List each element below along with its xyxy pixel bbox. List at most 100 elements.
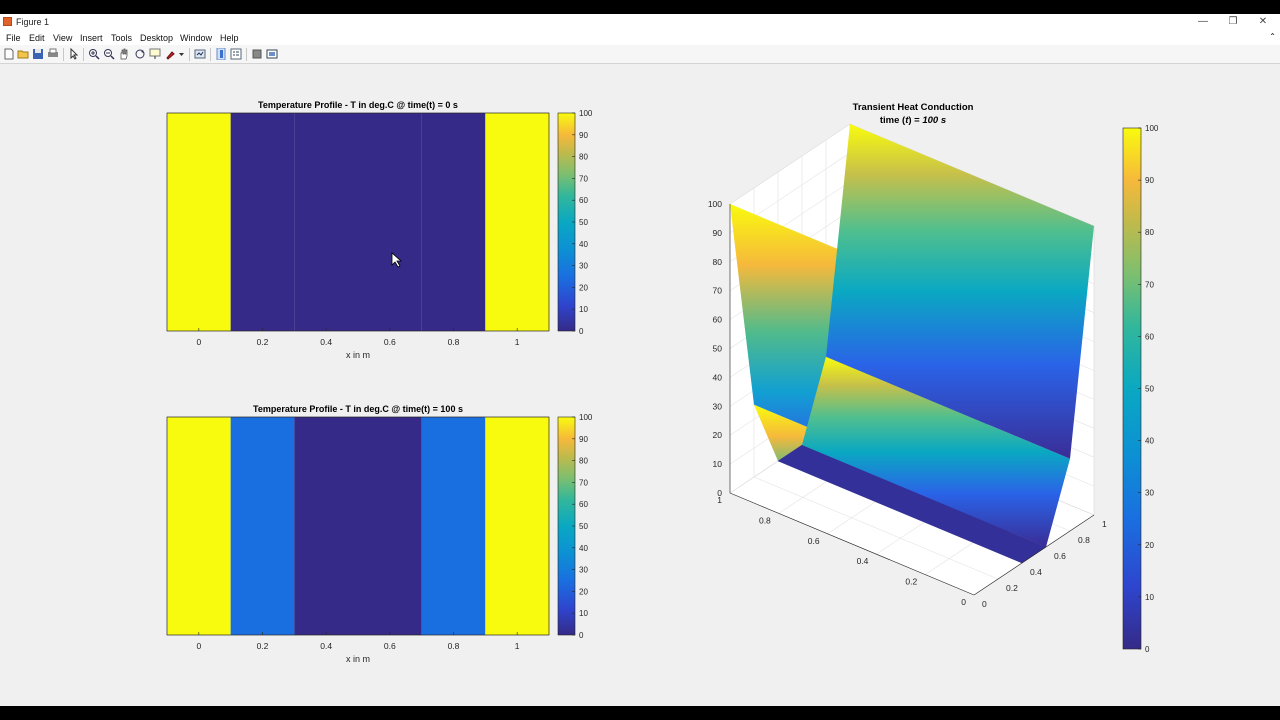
matlab-app-icon xyxy=(3,17,12,26)
surf-z-tick-label: 80 xyxy=(713,257,723,267)
rotate-3d-icon[interactable] xyxy=(134,48,146,60)
surf-z-tick-label: 100 xyxy=(708,199,722,209)
menu-help[interactable]: Help xyxy=(220,33,239,43)
surf-x-tick-label: 0.4 xyxy=(1030,567,1042,577)
show-plot-tools-icon[interactable] xyxy=(266,48,278,60)
toolbar-separator xyxy=(63,48,64,61)
brush-dropdown-icon[interactable] xyxy=(178,48,186,60)
surf-colorbar-tick-label: 90 xyxy=(1145,176,1154,185)
menu-window[interactable]: Window xyxy=(180,33,212,43)
hm1-colorbar-tick-label: 100 xyxy=(579,413,593,422)
window-title: Figure 1 xyxy=(16,17,50,27)
brush-icon[interactable] xyxy=(165,48,177,60)
hm0-cell xyxy=(421,113,486,331)
surf-x-tick-label: 0.2 xyxy=(1006,583,1018,593)
data-cursor-icon[interactable] xyxy=(149,48,161,60)
select-arrow-icon[interactable] xyxy=(68,48,80,60)
toolbar-separator xyxy=(83,48,84,61)
plot-canvas: 0 0.2 0.4 0.6 0.8 1 x in m Temperature Profile … xyxy=(166,100,1159,664)
hm0-title: Temperature Profile - T in deg.C @ time(… xyxy=(258,100,458,110)
hm0-colorbar-tick-label: 40 xyxy=(579,240,588,249)
menu-bar: File Edit View Insert Tools Desktop Wind… xyxy=(0,30,1280,45)
surf-colorbar-tick-label: 70 xyxy=(1145,280,1154,289)
hm0-x-tick-label: 0 xyxy=(196,337,201,347)
zoom-in-icon[interactable] xyxy=(88,48,100,60)
link-plot-icon[interactable] xyxy=(194,48,206,60)
title-bar: Figure 1 — ❐ ✕ xyxy=(0,14,1280,30)
hm0-colorbar-tick-label: 90 xyxy=(579,131,588,140)
menu-tools[interactable]: Tools xyxy=(111,33,132,43)
surf-title-prefix: time ( xyxy=(880,115,906,126)
hm0-x-tick-label: 0.8 xyxy=(448,337,460,347)
hm0-x-tick-label: 0.6 xyxy=(384,337,396,347)
collapse-arrow-icon[interactable]: ⌃ xyxy=(1269,32,1276,41)
hm1-cell xyxy=(485,417,549,635)
surf-x-tick-label: 0.6 xyxy=(1054,551,1066,561)
surf-colorbar-tick-label: 10 xyxy=(1145,593,1154,602)
menu-desktop[interactable]: Desktop xyxy=(140,33,173,43)
surf-z-tick-label: 40 xyxy=(713,372,723,382)
restore-button[interactable]: ❐ xyxy=(1222,15,1244,29)
surf-z-tick-label: 50 xyxy=(713,344,723,354)
surf-colorbar-tick-label: 80 xyxy=(1145,228,1154,237)
hide-plot-tools-icon[interactable] xyxy=(251,48,263,60)
surf-y-tick-label: 0.4 xyxy=(857,556,869,566)
toolbar-separator xyxy=(210,48,211,61)
hm1-x-tick-label: 0.2 xyxy=(257,641,269,651)
surf-x-tick-label: 0 xyxy=(982,599,987,609)
menu-view[interactable]: View xyxy=(53,33,72,43)
hm0-colorbar-tick-label: 50 xyxy=(579,218,588,227)
hm1-x-tick-label: 0 xyxy=(196,641,201,651)
hm0-xlabel: x in m xyxy=(346,350,370,360)
minimize-button[interactable]: — xyxy=(1192,15,1214,29)
hm0-colorbar-tick-label: 100 xyxy=(579,109,593,118)
hm1-colorbar-tick-label: 50 xyxy=(579,522,588,531)
surf-colorbar-tick-label: 100 xyxy=(1145,124,1159,133)
open-file-icon[interactable] xyxy=(17,48,29,60)
hm0-colorbar-tick-label: 30 xyxy=(579,262,588,271)
insert-colorbar-icon[interactable] xyxy=(215,48,227,60)
surf-x-tick-label: 0.8 xyxy=(1078,535,1090,545)
hm1-colorbar-tick-label: 20 xyxy=(579,587,588,596)
surf-colorbar-tick-label: 20 xyxy=(1145,541,1154,550)
hm1-colorbar-tick-label: 60 xyxy=(579,500,588,509)
hm1-x-tick-label: 0.8 xyxy=(448,641,460,651)
close-button[interactable]: ✕ xyxy=(1252,15,1274,29)
menu-edit[interactable]: Edit xyxy=(29,33,45,43)
hm1-cell xyxy=(421,417,486,635)
screen-bottom-bar xyxy=(0,706,1280,720)
surf-y-tick-label: 1 xyxy=(717,495,722,505)
surf-y-tick-label: 0.2 xyxy=(905,577,917,587)
hm0-colorbar-tick-label: 80 xyxy=(579,153,588,162)
heatmap-t0: 0 0.2 0.4 0.6 0.8 1 x in m Temperature Profile … xyxy=(166,100,593,360)
hm1-colorbar-tick-label: 80 xyxy=(579,457,588,466)
menu-insert[interactable]: Insert xyxy=(80,33,103,43)
save-icon[interactable] xyxy=(32,48,44,60)
hm1-cell xyxy=(230,417,295,635)
hm0-x-tick-label: 0.2 xyxy=(257,337,269,347)
insert-legend-icon[interactable] xyxy=(230,48,242,60)
surf-colorbar-tick-label: 30 xyxy=(1145,489,1154,498)
heatmap-t100: 0 0.2 0.4 0.6 0.8 1 x in m Temperature Profile … xyxy=(166,404,593,664)
surf-z-tick-label: 30 xyxy=(713,401,723,411)
surf-colorbar-tick-label: 50 xyxy=(1145,385,1154,394)
hm0-colorbar-tick-label: 20 xyxy=(579,283,588,292)
pan-hand-icon[interactable] xyxy=(118,48,130,60)
hm0-x-tick-label: 0.4 xyxy=(320,337,332,347)
surf-z-tick-label: 60 xyxy=(713,315,723,325)
print-icon[interactable] xyxy=(47,48,59,60)
surf-y-tick-label: 0 xyxy=(961,597,966,607)
zoom-out-icon[interactable] xyxy=(103,48,115,60)
surf-title-mid: ) = xyxy=(908,115,922,126)
surf-title-value: 100 s xyxy=(922,115,946,126)
new-figure-icon[interactable] xyxy=(3,48,15,60)
hm1-title: Temperature Profile - T in deg.C @ time(… xyxy=(253,404,463,414)
hm1-x-tick-label: 1 xyxy=(515,641,520,651)
menu-file[interactable]: File xyxy=(6,33,21,43)
hm0-colorbar-tick-label: 70 xyxy=(579,174,588,183)
hm1-colorbar-tick-label: 90 xyxy=(579,435,588,444)
figure-window: Figure 1 — ❐ ✕ File Edit View Insert Too… xyxy=(0,14,1280,706)
surf-z-tick-label: 10 xyxy=(713,459,723,469)
hm1-colorbar-tick-label: 70 xyxy=(579,478,588,487)
hm1-colorbar-tick-label: 10 xyxy=(579,609,588,618)
